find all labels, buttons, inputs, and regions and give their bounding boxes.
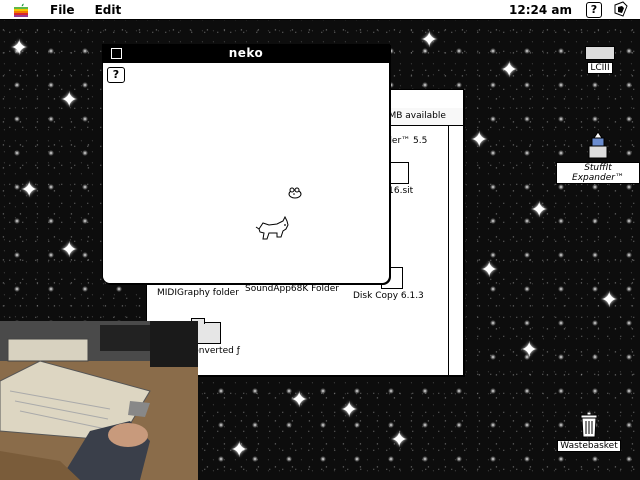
sparkle-decoration: ✦ (230, 438, 249, 463)
neko-help-button[interactable]: ? (107, 67, 125, 83)
desktop-icon-label: LCIII (587, 62, 613, 74)
sparkle-decoration: ✦ (10, 36, 29, 61)
help-menu-icon[interactable]: ? (586, 2, 602, 18)
finder-icon[interactable] (612, 1, 630, 19)
finder-item-label: SoundApp68K Folder (245, 284, 339, 294)
neko-play-area[interactable]: ? (103, 63, 389, 283)
sparkle-decoration: ✦ (530, 198, 549, 223)
menu-file[interactable]: File (50, 3, 75, 17)
menu-edit[interactable]: Edit (95, 3, 122, 17)
sparkle-decoration: ✦ (420, 28, 439, 53)
trash-icon (580, 412, 598, 438)
webcam-photo-overlay (0, 321, 198, 480)
sparkle-decoration: ✦ (520, 338, 539, 363)
vertical-scrollbar[interactable] (448, 126, 463, 375)
desktop-icon-label: Wastebasket (557, 440, 621, 452)
stuffit-expander-icon (588, 132, 608, 159)
finder-item-midigraphy-folder[interactable]: MIDIGraphy folder (157, 288, 239, 298)
menu-bar: File Edit 12:24 am ? (0, 0, 640, 20)
finder-item-label: Disk Copy 6.1.3 (353, 291, 424, 301)
hard-disk-icon (585, 46, 615, 60)
neko-title-bar[interactable]: neko (103, 45, 389, 63)
apple-icon[interactable] (14, 2, 28, 18)
sparkle-decoration: ✦ (390, 428, 409, 453)
neko-cat-icon (255, 215, 289, 240)
sparkle-decoration: ✦ (500, 58, 519, 83)
sparkle-decoration: ✦ (60, 238, 79, 263)
finder-item-soundapp-folder[interactable]: SoundApp68K Folder (245, 284, 339, 294)
sparkle-decoration: ✦ (600, 288, 619, 313)
mouse-icon (288, 187, 302, 199)
finder-item-label: MIDIGraphy folder (157, 288, 239, 298)
sparkle-decoration: ✦ (480, 258, 499, 283)
sparkle-decoration: ✦ (60, 88, 79, 113)
desktop-wastebasket[interactable]: Wastebasket (556, 412, 622, 452)
window-title: neko (228, 46, 264, 60)
document-icon (387, 162, 409, 184)
sparkle-decoration: ✦ (340, 398, 359, 423)
desktop-disk-lciii[interactable]: LCIII (580, 46, 620, 74)
sparkle-decoration: ✦ (290, 388, 309, 413)
neko-window[interactable]: neko ? (102, 44, 390, 284)
sparkle-decoration: ✦ (20, 178, 39, 203)
desktop-stuffit-expander[interactable]: StuffIt Expander™ (556, 132, 640, 184)
menu-clock[interactable]: 12:24 am (509, 3, 572, 17)
desktop-icon-label: StuffIt Expander™ (556, 162, 640, 184)
sparkle-decoration: ✦ (470, 128, 489, 153)
